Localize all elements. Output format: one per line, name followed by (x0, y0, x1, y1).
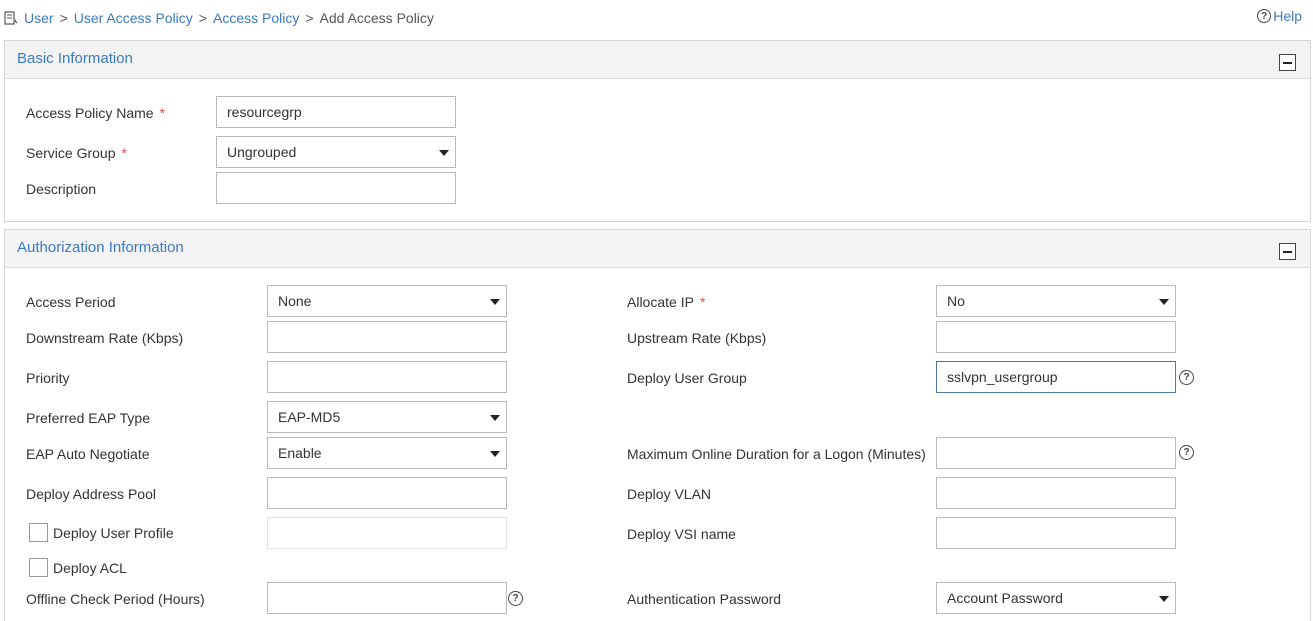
breadcrumb: User > User Access Policy > Access Polic… (4, 8, 434, 28)
panel-header: Basic Information (5, 41, 1310, 79)
breadcrumb-current: Add Access Policy (319, 10, 434, 26)
access-policy-name-input[interactable]: resourcegrp (216, 96, 456, 128)
service-group-select[interactable]: Ungrouped (216, 136, 456, 168)
downstream-rate-input[interactable] (267, 321, 507, 353)
access-policy-name-label: Access Policy Name * (26, 105, 166, 121)
deploy-vlan-label: Deploy VLAN (627, 486, 712, 502)
allocate-ip-label: Allocate IP * (627, 294, 706, 310)
authorization-information-panel: Authorization Information Access Period … (4, 229, 1311, 621)
deploy-address-pool-input[interactable] (267, 477, 507, 509)
deploy-vsi-name-label: Deploy VSI name (627, 526, 736, 542)
chevron-down-icon (1159, 596, 1169, 602)
authentication-password-select[interactable]: Account Password (936, 582, 1176, 614)
allocate-ip-select[interactable]: No (936, 285, 1176, 317)
description-label: Description (26, 181, 97, 197)
deploy-user-profile-checkbox[interactable] (29, 523, 48, 542)
authentication-password-value: Account Password (947, 590, 1063, 606)
deploy-user-profile-input (267, 517, 507, 549)
chevron-down-icon (490, 451, 500, 457)
priority-input[interactable] (267, 361, 507, 393)
breadcrumb-link-user[interactable]: User (24, 10, 54, 26)
question-circle-icon[interactable]: ? (1179, 370, 1194, 385)
preferred-eap-type-select[interactable]: EAP-MD5 (267, 401, 507, 433)
question-circle-icon[interactable]: ? (1179, 445, 1194, 460)
preferred-eap-type-label: Preferred EAP Type (26, 410, 150, 426)
authentication-password-label: Authentication Password (627, 591, 782, 607)
collapse-button[interactable] (1279, 243, 1296, 260)
help-label: Help (1273, 8, 1302, 24)
breadcrumb-link-user-access-policy[interactable]: User Access Policy (74, 10, 193, 26)
access-period-label: Access Period (26, 294, 116, 310)
deploy-acl-checkbox[interactable] (29, 558, 48, 577)
deploy-user-group-input[interactable]: sslvpn_usergroup (936, 361, 1176, 393)
downstream-rate-label: Downstream Rate (Kbps) (26, 330, 184, 346)
access-period-value: None (278, 293, 312, 309)
question-circle-icon[interactable]: ? (508, 591, 523, 606)
max-online-duration-input[interactable] (936, 437, 1176, 469)
breadcrumb-separator: > (198, 10, 207, 26)
chevron-down-icon (490, 299, 500, 305)
upstream-rate-input[interactable] (936, 321, 1176, 353)
question-circle-icon: ? (1257, 9, 1272, 23)
deploy-vsi-name-input[interactable] (936, 517, 1176, 549)
service-group-label: Service Group * (26, 145, 127, 161)
eap-auto-negotiate-select[interactable]: Enable (267, 437, 507, 469)
breadcrumb-separator: > (305, 10, 314, 26)
breadcrumb-separator: > (59, 10, 68, 26)
panel-title: Basic Information (17, 50, 133, 67)
deploy-address-pool-label: Deploy Address Pool (26, 486, 156, 502)
chevron-down-icon (1159, 299, 1169, 305)
breadcrumb-link-access-policy[interactable]: Access Policy (213, 10, 299, 26)
help-link[interactable]: ? Help (1257, 8, 1302, 24)
preferred-eap-type-value: EAP-MD5 (278, 409, 341, 425)
access-period-select[interactable]: None (267, 285, 507, 317)
location-icon (4, 11, 18, 25)
service-group-value: Ungrouped (227, 144, 297, 160)
upstream-rate-label: Upstream Rate (Kbps) (627, 330, 767, 346)
eap-auto-negotiate-label: EAP Auto Negotiate (26, 446, 150, 462)
offline-check-period-label: Offline Check Period (Hours) (26, 591, 205, 607)
allocate-ip-value: No (947, 293, 965, 309)
basic-information-panel: Basic Information Access Policy Name * re… (4, 40, 1311, 222)
deploy-user-profile-label: Deploy User Profile (53, 525, 174, 541)
deploy-acl-label: Deploy ACL (53, 560, 127, 576)
chevron-down-icon (439, 150, 449, 156)
priority-label: Priority (26, 370, 70, 386)
offline-check-period-input[interactable] (267, 582, 507, 614)
description-input[interactable] (216, 172, 456, 204)
panel-header: Authorization Information (5, 230, 1310, 268)
eap-auto-negotiate-value: Enable (278, 445, 322, 461)
max-online-duration-label: Maximum Online Duration for a Logon (Min… (627, 446, 926, 462)
panel-title: Authorization Information (17, 239, 184, 256)
deploy-user-group-label: Deploy User Group (627, 370, 747, 386)
collapse-button[interactable] (1279, 54, 1296, 71)
chevron-down-icon (490, 415, 500, 421)
deploy-vlan-input[interactable] (936, 477, 1176, 509)
